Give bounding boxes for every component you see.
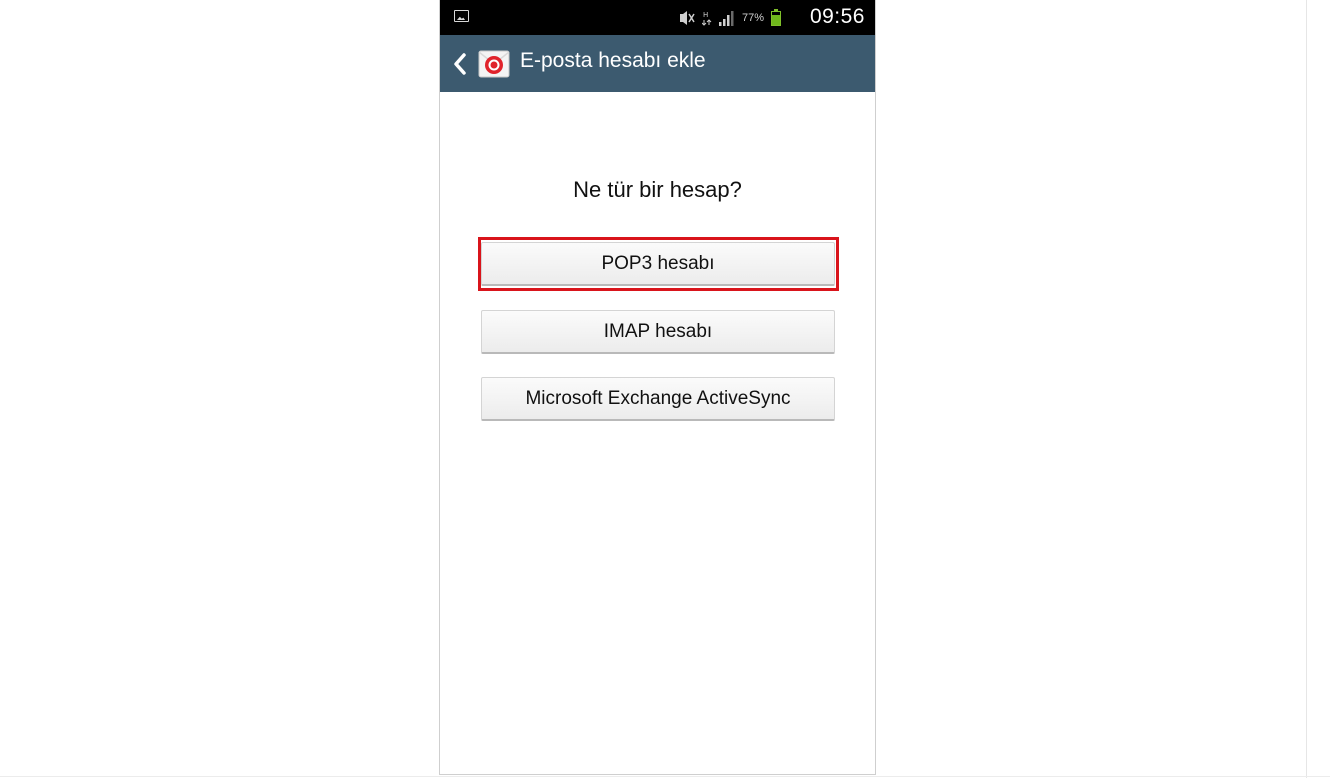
exchange-activesync-button[interactable]: Microsoft Exchange ActiveSync: [481, 377, 835, 421]
action-bar-title: E-posta hesabı ekle: [520, 49, 706, 72]
action-bar: E-posta hesabı ekle: [440, 35, 875, 92]
picture-icon: [454, 10, 469, 22]
svg-text:H: H: [703, 11, 708, 19]
status-bar: H 77% 09:56: [440, 0, 875, 35]
battery-percent: 77%: [741, 12, 764, 24]
data-icon: H: [701, 11, 712, 26]
mute-icon: [679, 11, 695, 25]
status-time: 09:56: [809, 5, 865, 28]
frame-bottom-edge: [0, 776, 1330, 777]
signal-icon: [718, 10, 734, 26]
frame-right-edge: [1306, 0, 1307, 778]
status-icons: H 77%: [679, 8, 781, 27]
account-type-question: Ne tür bir hesap?: [573, 177, 742, 202]
battery-icon: [771, 8, 781, 26]
phone-screen: H 77% 09:56 E-posta hesabı ekle Ne tür b…: [439, 0, 876, 775]
email-app-icon: [478, 50, 510, 78]
back-chevron-icon[interactable]: [452, 52, 468, 76]
pop3-account-button[interactable]: POP3 hesabı: [481, 242, 835, 286]
imap-account-button[interactable]: IMAP hesabı: [481, 310, 835, 354]
